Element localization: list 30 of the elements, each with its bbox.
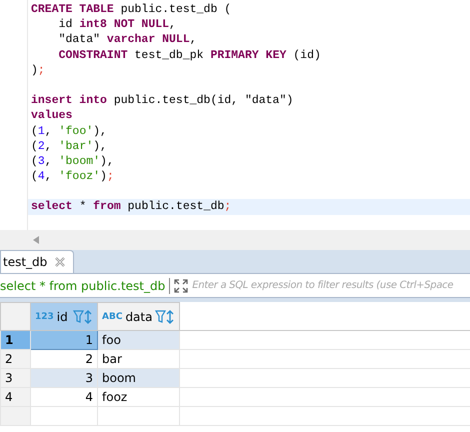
code-line: (3, 'boom'), <box>30 154 115 170</box>
code-line: (1, 'foo'), <box>30 124 108 139</box>
row-number[interactable]: 1 <box>0 330 30 350</box>
code-line: CONSTRAINT test_db_pk PRIMARY KEY (id) <box>58 48 322 63</box>
code-line: insert into public.test_db(id, "data") <box>30 93 294 108</box>
row-number[interactable]: 2 <box>0 350 30 368</box>
table-cell: fooz <box>98 388 180 406</box>
filter-sort-icon[interactable] <box>73 310 93 324</box>
table-cell: boom <box>98 368 180 388</box>
code-line: ); <box>30 62 46 79</box>
code-line: (4, 'fooz'); <box>30 169 115 186</box>
code-line: CREATE TABLE public.test_db ( <box>30 2 232 18</box>
left-arrow-icon[interactable] <box>33 236 39 244</box>
column-header[interactable]: 123 id <box>30 302 98 330</box>
table-cell: 4 <box>30 388 98 406</box>
row-number[interactable]: 3 <box>0 368 30 388</box>
code-line: values <box>30 108 74 124</box>
row-number[interactable]: 4 <box>0 388 30 406</box>
table-cell: 3 <box>30 368 98 388</box>
filter-sort-icon[interactable] <box>155 310 176 324</box>
expand-icon[interactable] <box>174 278 188 292</box>
results-tab[interactable]: test_db <box>0 250 74 273</box>
table-cell: foo <box>98 330 180 350</box>
code-line: "data" varchar NULL, <box>58 32 198 48</box>
table-cell: 1 <box>30 330 98 350</box>
query-text: select * from public.test_db <box>0 278 166 292</box>
close-icon[interactable] <box>55 257 66 267</box>
column-header[interactable]: ABC data <box>98 302 180 330</box>
code-line: id int8 NOT NULL, <box>58 17 177 32</box>
code-line: (2, 'bar'), <box>30 138 108 154</box>
